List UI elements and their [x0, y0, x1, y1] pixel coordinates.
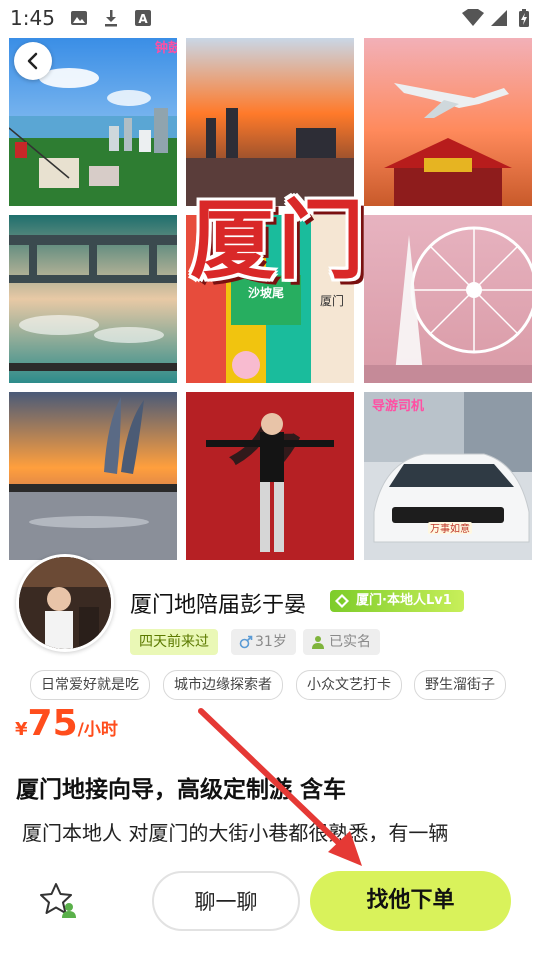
price: ¥75/小时 — [15, 703, 118, 744]
photo-person-red-wall: ⺈ — [186, 392, 354, 560]
interest-tag: 小众文艺打卡 — [296, 670, 402, 700]
price-unit: /小时 — [77, 720, 118, 740]
a-icon: A — [135, 10, 151, 26]
level-badge: 厦门·本地人Lv1 — [330, 590, 464, 612]
interest-tag: 日常爱好就是吃 — [30, 670, 150, 700]
guide-name: 厦门地陪届彭于晏 — [130, 593, 307, 618]
status-time: 1:45 — [10, 6, 55, 30]
photo-bridge-sea — [9, 215, 177, 383]
age-label: 31岁 — [255, 634, 287, 650]
user-verified-icon — [312, 636, 324, 649]
service-headline: 厦门地接向导，高级定制游 含车 — [16, 777, 347, 803]
male-icon — [239, 635, 253, 649]
car-plate: 万事如意 — [430, 522, 470, 535]
svg-text:A: A — [138, 12, 148, 26]
age-chip: 31岁 — [231, 629, 296, 655]
price-currency: ¥ — [15, 719, 28, 740]
level-badge-label: 厦门·本地人Lv1 — [356, 593, 452, 608]
photo-twin-towers-sunset — [9, 392, 177, 560]
favorite-button[interactable] — [38, 880, 80, 922]
chevron-left-icon — [27, 52, 38, 70]
photo-sunset-coast — [186, 38, 354, 206]
photo-gallery[interactable]: 钟鼓 沙坡尾 厦门 万事如意 导游司机 厦门 — [0, 36, 540, 586]
interest-tag: 野生溜街子 — [414, 670, 506, 700]
tile-tag-top-left: 钟鼓 — [155, 40, 177, 56]
battery-charging-icon — [519, 9, 529, 27]
wifi-icon — [462, 9, 484, 26]
back-button[interactable] — [14, 42, 52, 80]
star-icon — [40, 883, 76, 918]
status-bar: 1:45 A — [0, 0, 540, 36]
last-visit-chip: 四天前来过 — [130, 629, 218, 655]
tile-tag-driver: 导游司机 — [372, 398, 424, 414]
gallery-title-overlay: 厦门 — [190, 190, 366, 291]
signal-icon — [491, 10, 507, 26]
verified-label: 已实名 — [329, 634, 371, 650]
diamond-icon — [335, 594, 349, 608]
download-icon — [105, 10, 117, 27]
place-order-button[interactable]: 找他下单 — [310, 871, 511, 931]
verified-chip: 已实名 — [303, 629, 380, 655]
image-icon — [71, 11, 87, 25]
photo-plane-temple — [364, 38, 532, 206]
photo-ferris-wheel — [364, 215, 532, 383]
chat-button[interactable]: 聊一聊 — [152, 871, 300, 931]
avatar[interactable] — [16, 554, 114, 652]
interest-tag: 城市边缘探索者 — [163, 670, 283, 700]
photo-white-car: 万事如意 导游司机 — [364, 392, 532, 560]
price-value: 75 — [27, 703, 78, 744]
